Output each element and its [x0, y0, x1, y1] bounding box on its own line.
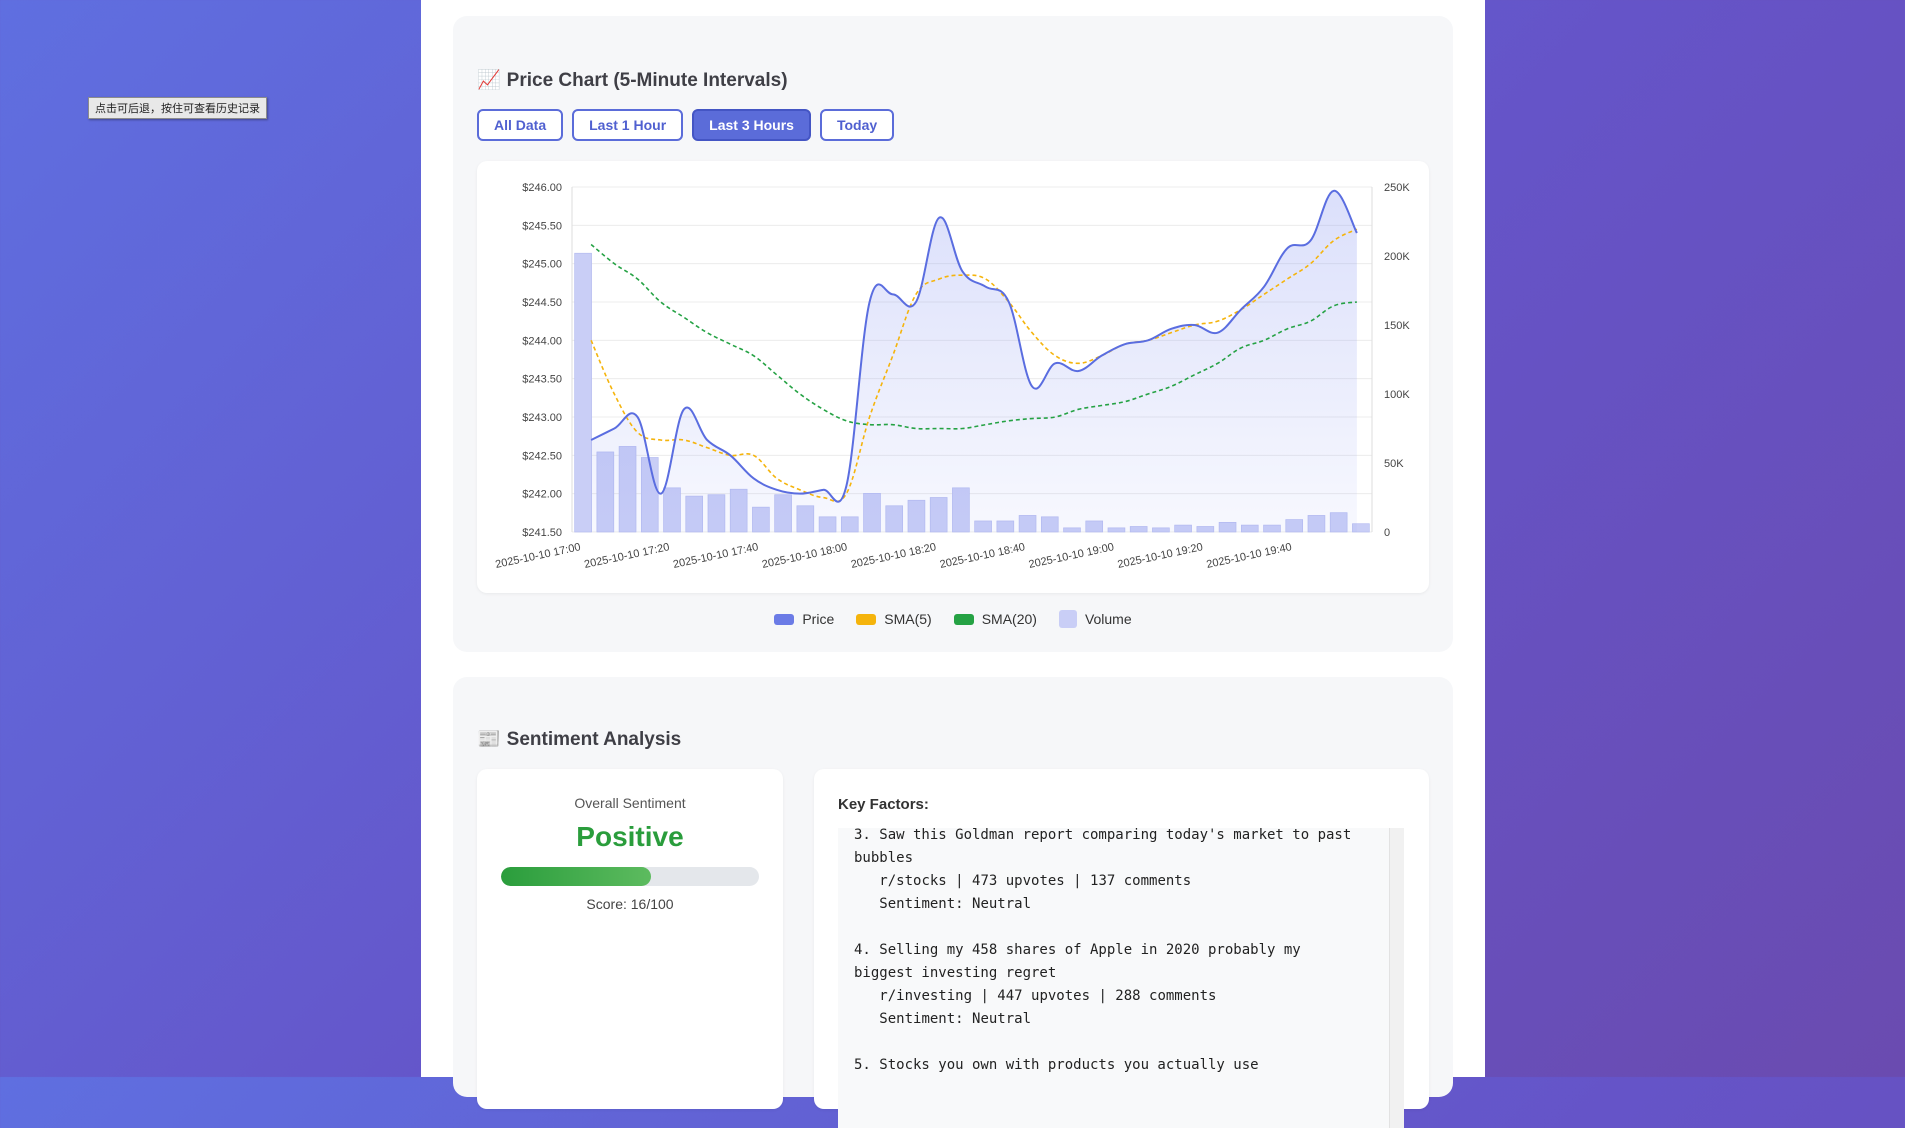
y-right-tick-label: 200K — [1384, 251, 1410, 263]
y-left-tick-label: $246.00 — [522, 182, 562, 194]
x-tick-label: 2025-10-10 18:00 — [761, 541, 848, 571]
price-chart-svg: $241.50 $242.00 $242.50 $243.00 $243.50 $244.… — [494, 182, 1410, 571]
x-tick-label: 2025-10-10 17:00 — [494, 541, 581, 571]
y-right-tick-label: 50K — [1384, 458, 1404, 470]
legend-item-sma20[interactable]: SMA(20) — [953, 610, 1037, 628]
last-1-hour-button[interactable]: Last 1 Hour — [572, 109, 684, 141]
price-chart-card: 📈 Price Chart (5-Minute Intervals) All Da… — [453, 16, 1453, 652]
x-tick-label: 2025-10-10 17:20 — [583, 541, 670, 571]
sentiment-title-text: Sentiment Analysis — [506, 729, 682, 750]
x-tick-label: 2025-10-10 19:40 — [1205, 541, 1292, 571]
legend-item-price[interactable]: Price — [774, 610, 834, 628]
x-tick-label: 2025-10-10 17:40 — [672, 541, 759, 571]
y-left-tick-label: $242.50 — [522, 450, 562, 462]
legend-label-sma5: SMA(5) — [884, 611, 932, 627]
key-factors-panel: Key Factors: 3. Saw this Goldman report … — [814, 769, 1429, 1128]
y-left-tick-label: $245.50 — [522, 220, 562, 232]
price-area — [591, 190, 1357, 532]
overall-sentiment-value: Positive — [576, 821, 684, 852]
key-factors-title: Key Factors: — [838, 796, 929, 813]
browser-back-tooltip: 点击可后退，按住可查看历史记录 — [88, 97, 267, 119]
x-tick-label: 2025-10-10 18:40 — [939, 541, 1026, 571]
y-right-tick-label: 100K — [1384, 389, 1410, 401]
legend-swatch-sma5 — [856, 613, 877, 625]
legend-swatch-sma20 — [953, 613, 974, 625]
y-left-tick-label: $241.50 — [522, 527, 562, 539]
y-left-tick-label: $244.50 — [522, 297, 562, 309]
legend-item-sma5[interactable]: SMA(5) — [856, 610, 932, 628]
y-left-tick-label: $243.00 — [522, 412, 562, 424]
legend-item-volume[interactable]: Volume — [1058, 610, 1132, 628]
y-right-tick-label: 250K — [1384, 182, 1410, 194]
y-left-tick-label: $243.50 — [522, 374, 562, 386]
price-chart-title-text: Price Chart (5-Minute Intervals) — [506, 70, 788, 91]
key-factors-list[interactable]: 3. Saw this Goldman report comparing tod… — [838, 828, 1404, 1128]
price-chart[interactable]: $241.50 $242.00 $242.50 $243.00 $243.50 $244.… — [477, 161, 1429, 593]
chart-increasing-icon: 📈 — [477, 70, 501, 91]
chart-legend: Price SMA(5) SMA(20) Volume — [453, 610, 1453, 628]
overall-sentiment-panel: Overall Sentiment Positive Score: 16/100 — [477, 769, 783, 1109]
y-left-tick-label: $245.00 — [522, 259, 562, 271]
legend-label-volume: Volume — [1084, 611, 1132, 627]
sentiment-score-bar — [501, 867, 759, 886]
legend-swatch-volume — [1058, 610, 1077, 628]
time-range-buttons: All Data Last 1 Hour Last 3 Hours Today — [477, 109, 895, 141]
y-right-tick-label: 0 — [1384, 527, 1390, 539]
x-tick-label: 2025-10-10 18:20 — [850, 541, 937, 571]
key-factors-scrollbar[interactable] — [1389, 828, 1404, 1128]
legend-swatch-price — [774, 613, 795, 625]
key-factors-text: 3. Saw this Goldman report comparing tod… — [854, 828, 1352, 1073]
legend-label-price: Price — [802, 611, 835, 627]
legend-label-sma20: SMA(20) — [981, 611, 1037, 627]
x-tick-label: 2025-10-10 19:20 — [1117, 541, 1204, 571]
y-left-tick-label: $244.00 — [522, 335, 562, 347]
dashboard-page: 📈 Price Chart (5-Minute Intervals) All Da… — [421, 0, 1485, 1128]
all-data-button[interactable]: All Data — [477, 109, 564, 141]
today-button[interactable]: Today — [819, 109, 895, 141]
newspaper-icon: 📰 — [477, 729, 501, 750]
overall-sentiment-label: Overall Sentiment — [574, 795, 686, 811]
sentiment-title: 📰 Sentiment Analysis — [477, 727, 681, 751]
y-left-tick-label: $242.00 — [522, 489, 562, 501]
sentiment-score-fill — [501, 867, 651, 886]
sentiment-score-text: Score: 16/100 — [586, 896, 674, 912]
sentiment-card: 📰 Sentiment Analysis Overall Sentiment Po… — [453, 677, 1453, 1128]
price-chart-title: 📈 Price Chart (5-Minute Intervals) — [477, 68, 788, 92]
y-right-tick-label: 150K — [1384, 320, 1410, 332]
last-3-hours-button[interactable]: Last 3 Hours — [692, 109, 811, 141]
volume-bar — [574, 252, 592, 533]
x-tick-label: 2025-10-10 19:00 — [1028, 541, 1115, 571]
